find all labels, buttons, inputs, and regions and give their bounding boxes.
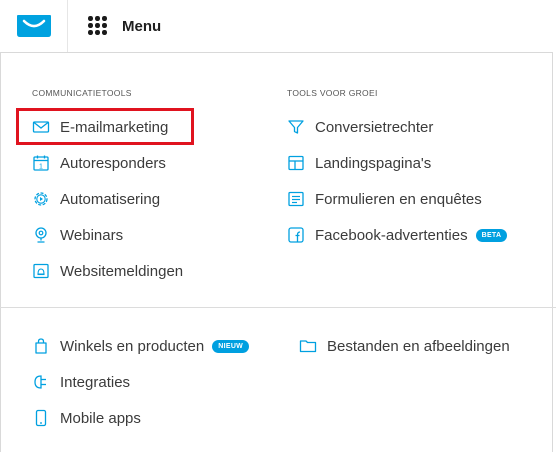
calendar-icon: 1 [32,154,50,172]
plug-icon [32,373,50,391]
menu-item-landingspaginas[interactable]: Landingspagina's [287,148,431,178]
menu-item-websitemeldingen[interactable]: Websitemeldingen [32,256,183,286]
bell-window-icon [32,262,50,280]
menu-item-label: Winkels en producten [60,337,205,355]
section-divider [0,307,556,308]
layout-icon [287,154,305,172]
menu-item-integraties[interactable]: Integraties [32,367,130,397]
menu-item-label: Mobile apps [60,409,141,427]
facebook-icon [287,226,305,244]
menu-item-label: Websitemeldingen [60,262,184,280]
menu-item-facebook-advertenties[interactable]: Facebook-advertenties BETA [287,220,508,250]
menu-item-label: Conversietrechter [315,118,434,136]
menu-item-webinars[interactable]: Webinars [32,220,123,250]
grid-dots-icon [88,16,108,36]
section-title-growth: TOOLS VOOR GROEI [287,88,378,98]
topbar-divider [67,0,68,52]
webcam-icon [32,226,50,244]
menu-item-label: Automatisering [60,190,161,208]
menu-item-label: Formulieren en enquêtes [315,190,482,208]
highlight-box [16,108,194,145]
menu-item-winkels[interactable]: Winkels en producten NIEUW [32,331,250,361]
menu-item-label: Facebook-advertenties [315,226,468,244]
gear-play-icon [32,190,50,208]
mobile-icon [32,409,50,427]
menu-item-bestanden[interactable]: Bestanden en afbeeldingen [299,331,510,361]
svg-text:1: 1 [39,164,43,171]
menu-item-label: Webinars [60,226,124,244]
menu-item-label: Bestanden en afbeeldingen [327,337,510,355]
menu-item-autoresponders[interactable]: 1 Autoresponders [32,148,166,178]
section-title-communication: COMMUNICATIETOOLS [32,88,132,98]
menu-item-formulieren[interactable]: Formulieren en enquêtes [287,184,482,214]
form-icon [287,190,305,208]
menu-item-label: Autoresponders [60,154,166,172]
menu-item-label: Landingspagina's [315,154,432,172]
menu-item-conversietrechter[interactable]: Conversietrechter [287,112,433,142]
shopping-bag-icon [32,337,50,355]
menu-item-label: Integraties [60,373,131,391]
getresponse-logo-icon[interactable] [16,14,52,38]
menu-item-automatisering[interactable]: Automatisering [32,184,160,214]
top-bar: Menu [0,0,556,52]
menu-label: Menu [122,17,162,35]
folder-icon [299,337,317,355]
menu-button[interactable]: Menu [88,14,161,38]
new-badge: NIEUW [212,339,250,353]
menu-item-mobile-apps[interactable]: Mobile apps [32,403,141,433]
funnel-icon [287,118,305,136]
beta-badge: BETA [475,228,508,242]
